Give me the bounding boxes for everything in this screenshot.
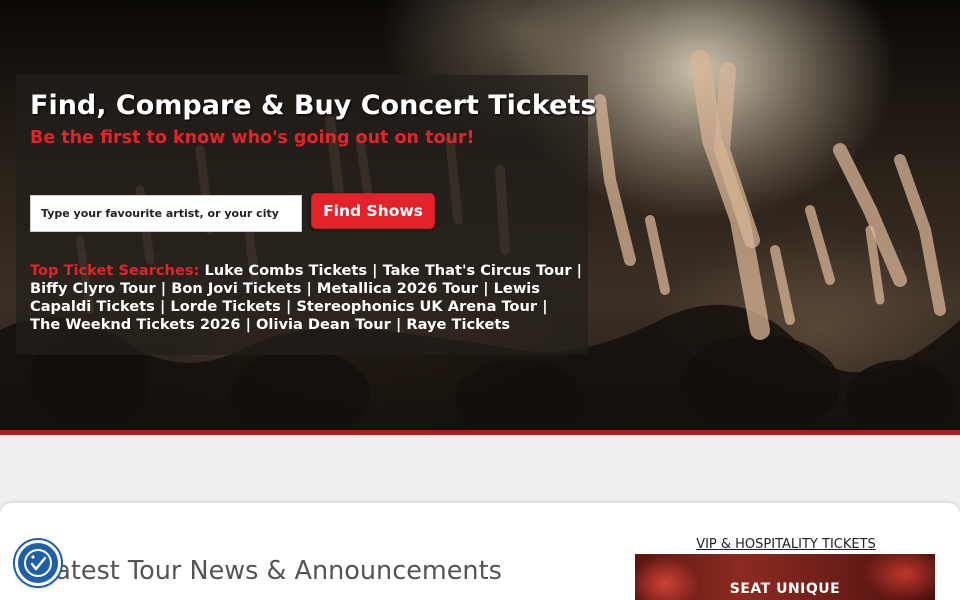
top-search-link[interactable]: Raye Tickets [406, 316, 510, 333]
top-search-link[interactable]: Luke Combs Tickets [204, 262, 367, 279]
separator: | [160, 280, 167, 297]
separator: | [306, 280, 312, 297]
hero-divider [0, 430, 960, 435]
find-shows-button[interactable]: Find Shows [311, 193, 435, 229]
accessibility-icon [24, 549, 52, 577]
top-search-link[interactable]: Stereophonics UK Arena Tour [296, 298, 537, 315]
separator: | [483, 280, 489, 297]
separator: | [576, 262, 583, 279]
top-search-link[interactable]: Olivia Dean Tour [256, 316, 391, 333]
top-search-link[interactable]: Bon Jovi Tickets [171, 280, 301, 297]
top-search-link[interactable]: Biffy Clyro Tour [30, 280, 156, 297]
separator: | [285, 298, 292, 315]
top-ticket-searches: Top Ticket Searches: Luke Combs Tickets … [30, 262, 582, 334]
separator: | [542, 298, 548, 315]
vip-banner-image[interactable]: SEAT UNIQUE [635, 554, 935, 600]
artist-search-input[interactable] [30, 195, 302, 232]
separator: | [372, 262, 378, 279]
separator: | [159, 298, 166, 315]
page-title: Find, Compare & Buy Concert Tickets [30, 90, 597, 121]
top-search-link[interactable]: Take That's Circus Tour [383, 262, 572, 279]
hero-subtitle: Be the first to know who's going out on … [30, 128, 475, 148]
news-heading: Latest Tour News & Announcements [41, 556, 502, 586]
accessibility-button[interactable] [15, 540, 61, 586]
top-search-link[interactable]: Lorde Tickets [170, 298, 280, 315]
top-searches-label: Top Ticket Searches: [30, 262, 200, 279]
separator: | [395, 316, 402, 333]
vip-banner-logo-text: SEAT UNIQUE [729, 581, 841, 597]
separator: | [245, 316, 251, 333]
top-search-link[interactable]: The Weeknd Tickets 2026 [30, 316, 241, 333]
top-search-link[interactable]: Metallica 2026 Tour [317, 280, 478, 297]
vip-hospitality-link[interactable]: VIP & HOSPITALITY TICKETS [636, 537, 936, 552]
